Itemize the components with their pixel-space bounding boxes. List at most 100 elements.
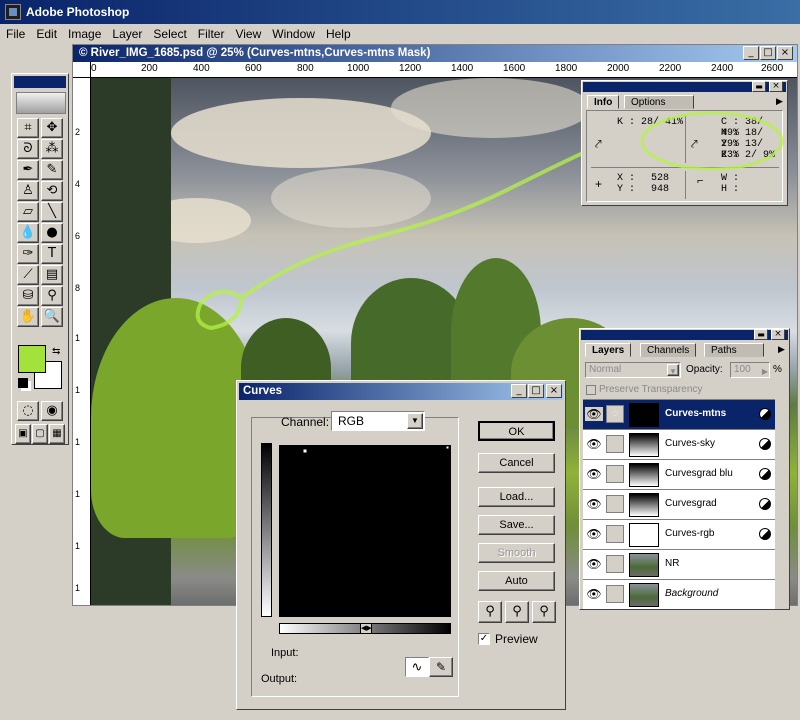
- smooth-button[interactable]: Smooth: [478, 543, 555, 563]
- cancel-button[interactable]: Cancel: [478, 453, 555, 473]
- opacity-input[interactable]: 100 ▶: [730, 362, 770, 378]
- layer-link-box[interactable]: [606, 495, 624, 513]
- hand-icon[interactable]: ✋: [17, 307, 39, 327]
- blend-mode-select[interactable]: Normal ▼: [585, 362, 681, 378]
- type-icon[interactable]: T: [41, 244, 63, 264]
- palette-menu-arrow-icon[interactable]: ▶: [778, 344, 785, 355]
- gradient-toggle-icon[interactable]: ◀▶: [360, 623, 372, 634]
- magic-wand-icon[interactable]: ⁂: [41, 139, 63, 159]
- move-icon[interactable]: ✥: [41, 118, 63, 138]
- eye-icon[interactable]: 👁: [585, 587, 603, 601]
- doc-close-button[interactable]: ×: [777, 46, 793, 60]
- menu-filter[interactable]: Filter: [198, 27, 225, 41]
- eye-icon[interactable]: 👁: [585, 527, 603, 541]
- layer-row[interactable]: 👁 Curvesgrad: [583, 489, 775, 519]
- stamp-icon[interactable]: ♙: [17, 181, 39, 201]
- white-eyedropper-icon[interactable]: ⚲: [532, 601, 556, 623]
- layer-link-box[interactable]: [606, 465, 624, 483]
- channel-select[interactable]: RGB ▼: [331, 411, 425, 431]
- swap-colors-icon[interactable]: ⇆: [52, 346, 60, 357]
- curves-close-button[interactable]: ×: [546, 384, 562, 398]
- default-colors-icon[interactable]: [18, 378, 28, 388]
- tab-channels[interactable]: Channels: [640, 343, 697, 357]
- doc-maximize-button[interactable]: □: [760, 46, 776, 60]
- black-eyedropper-icon[interactable]: ⚲: [478, 601, 502, 623]
- eye-icon[interactable]: 👁: [585, 437, 603, 451]
- layer-row[interactable]: 👁 NR: [583, 549, 775, 579]
- layer-row[interactable]: 👁 Curvesgrad blu: [583, 459, 775, 489]
- menu-edit[interactable]: Edit: [36, 27, 57, 41]
- preview-checkbox[interactable]: ✓: [478, 633, 490, 645]
- standard-mode-icon[interactable]: ◌: [17, 401, 39, 421]
- layer-row[interactable]: 👁 ◌ Curves-mtns: [583, 399, 775, 429]
- crop-icon[interactable]: ⌗: [17, 118, 39, 138]
- layer-link-box[interactable]: [606, 435, 624, 453]
- measure-icon[interactable]: ⟋: [17, 265, 39, 285]
- menu-window[interactable]: Window: [272, 27, 315, 41]
- auto-button[interactable]: Auto: [478, 571, 555, 591]
- menu-layer[interactable]: Layer: [112, 27, 142, 41]
- curve-graph[interactable]: [279, 445, 451, 617]
- gray-eyedropper-icon[interactable]: ⚲: [505, 601, 529, 623]
- ruler-horizontal[interactable]: 0 200 400 600 800 1000 1200 1400 1600 18…: [91, 62, 797, 78]
- tab-info[interactable]: Info: [587, 95, 620, 109]
- ruler-origin[interactable]: [73, 62, 91, 78]
- layer-row[interactable]: 👁 Curves-sky: [583, 429, 775, 459]
- line-icon[interactable]: ╲: [41, 202, 63, 222]
- tab-paths[interactable]: Paths: [704, 343, 764, 357]
- history-brush-icon[interactable]: ⟲: [41, 181, 63, 201]
- curves-dialog: Curves _ □ × Channel: RGB ▼ ◀▶ Input: Ou…: [236, 380, 566, 710]
- load-button[interactable]: Load...: [478, 487, 555, 507]
- info-minimize-button[interactable]: ▬: [752, 81, 766, 92]
- curves-maximize-button[interactable]: □: [528, 384, 544, 398]
- layer-link-box[interactable]: [606, 585, 624, 603]
- eye-icon[interactable]: 👁: [585, 497, 603, 511]
- toolbox-title-bar[interactable]: [14, 76, 66, 88]
- airbrush-icon[interactable]: ✒: [17, 160, 39, 180]
- quick-mask-icon[interactable]: ◉: [41, 401, 63, 421]
- layer-link-box[interactable]: [606, 525, 624, 543]
- curves-minimize-button[interactable]: _: [511, 384, 527, 398]
- info-close-button[interactable]: ×: [769, 81, 783, 92]
- input-gradient-bar[interactable]: ◀▶: [279, 623, 451, 634]
- layers-minimize-button[interactable]: ▬: [754, 329, 768, 340]
- layer-link-box[interactable]: [606, 555, 624, 573]
- menu-view[interactable]: View: [235, 27, 261, 41]
- doc-minimize-button[interactable]: _: [743, 46, 759, 60]
- eyedropper-icon[interactable]: ⚲: [41, 286, 63, 306]
- menu-image[interactable]: Image: [68, 27, 101, 41]
- preserve-transparency-checkbox[interactable]: [586, 385, 596, 395]
- foreground-color-swatch[interactable]: [18, 345, 46, 373]
- save-button[interactable]: Save...: [478, 515, 555, 535]
- eye-icon[interactable]: 👁: [585, 467, 603, 481]
- lasso-icon[interactable]: ᘐ: [17, 139, 39, 159]
- zoom-icon[interactable]: 🔍: [41, 307, 63, 327]
- ruler-vertical[interactable]: 2 4 6 8 1 1 1 1 1 1: [73, 78, 91, 605]
- ok-button[interactable]: OK: [478, 421, 555, 441]
- layers-close-button[interactable]: ×: [771, 329, 785, 340]
- dodge-icon[interactable]: ●: [41, 223, 63, 243]
- screen-mode-full-menu-icon[interactable]: ▢: [32, 424, 48, 444]
- screen-mode-full-icon[interactable]: ▦: [49, 424, 65, 444]
- palette-menu-arrow-icon[interactable]: ▶: [776, 96, 783, 107]
- eye-icon[interactable]: 👁: [585, 407, 603, 421]
- pencil-icon[interactable]: ✎: [429, 657, 453, 677]
- blur-icon[interactable]: 💧: [17, 223, 39, 243]
- y-value: 948: [651, 184, 670, 195]
- gradient-icon[interactable]: ▤: [41, 265, 63, 285]
- tab-options[interactable]: Options: [624, 95, 694, 109]
- menu-file[interactable]: File: [6, 27, 25, 41]
- tab-layers[interactable]: Layers: [585, 343, 632, 357]
- menu-select[interactable]: Select: [153, 27, 186, 41]
- menu-help[interactable]: Help: [326, 27, 351, 41]
- layer-row[interactable]: 👁 Curves-rgb: [583, 519, 775, 549]
- eraser-icon[interactable]: ▱: [17, 202, 39, 222]
- curve-tool-icon[interactable]: ∿: [405, 657, 429, 677]
- brush-icon[interactable]: ✎: [41, 160, 63, 180]
- pen-icon[interactable]: ✑: [17, 244, 39, 264]
- screen-mode-standard-icon[interactable]: ▣: [15, 424, 31, 444]
- paint-bucket-icon[interactable]: ⛁: [17, 286, 39, 306]
- layer-row[interactable]: 👁 Background: [583, 579, 775, 609]
- layer-mask-link-icon[interactable]: ◌: [606, 405, 624, 423]
- eye-icon[interactable]: 👁: [585, 557, 603, 571]
